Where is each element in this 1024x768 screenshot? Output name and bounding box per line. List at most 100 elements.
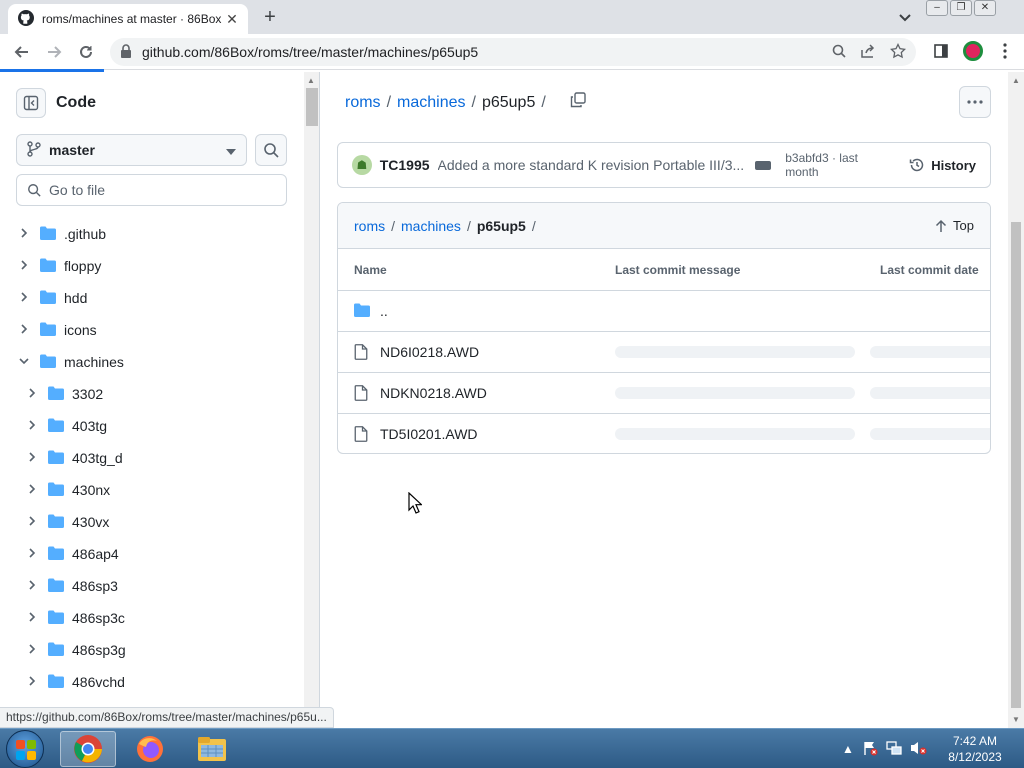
avatar[interactable]: ☗ (352, 155, 372, 175)
page-scrollbar[interactable]: ▲ ▼ (1008, 72, 1024, 728)
sidebar-item-3302[interactable]: 3302 (0, 378, 304, 410)
chevron-right-icon[interactable] (24, 674, 40, 690)
chevron-right-icon[interactable] (24, 514, 40, 530)
chevron-right-icon[interactable] (16, 322, 32, 338)
parent-directory-row[interactable]: .. (338, 291, 990, 332)
browser-tab[interactable]: roms/machines at master · 86Box ✕ (8, 4, 248, 34)
sidebar-item-430nx[interactable]: 430nx (0, 474, 304, 506)
sidebar-item-hdd[interactable]: hdd (0, 282, 304, 314)
chevron-right-icon[interactable] (16, 290, 32, 306)
taskbar-firefox[interactable] (122, 731, 178, 767)
sidebar-item-486sp3[interactable]: 486sp3 (0, 570, 304, 602)
close-window-button[interactable]: ✕ (974, 0, 996, 16)
sidebar-item-430vx[interactable]: 430vx (0, 506, 304, 538)
sidebar-item-label: 486sp3g (72, 642, 126, 658)
close-tab-icon[interactable]: ✕ (224, 11, 240, 28)
chevron-right-icon[interactable] (24, 546, 40, 562)
sidebar-item-icons[interactable]: icons (0, 314, 304, 346)
restore-button[interactable]: ❐ (950, 0, 972, 16)
sidebar-item-403tg[interactable]: 403tg (0, 410, 304, 442)
breadcrumb-root-link[interactable]: roms (354, 218, 385, 234)
reload-icon[interactable] (74, 40, 98, 64)
menu-kebab-icon[interactable] (994, 40, 1016, 62)
commit-message[interactable]: Added a more standard K revision Portabl… (438, 157, 746, 173)
minimize-button[interactable]: – (926, 0, 948, 16)
file-row[interactable]: ND6I0218.AWD (338, 332, 990, 373)
new-tab-button[interactable]: + (258, 6, 282, 30)
file-row[interactable]: NDKN0218.AWD (338, 373, 990, 414)
share-icon[interactable] (860, 43, 876, 61)
file-name-link[interactable]: NDKN0218.AWD (380, 385, 487, 401)
chevron-right-icon[interactable] (24, 386, 40, 402)
chevron-right-icon[interactable] (24, 482, 40, 498)
sidebar-item-label: .github (64, 226, 107, 242)
page-scroll-thumb[interactable] (1011, 222, 1021, 708)
address-bar[interactable]: github.com/86Box/roms/tree/master/machin… (110, 38, 916, 66)
sidebar-scrollbar[interactable]: ▲ (304, 72, 320, 728)
copy-path-icon[interactable] (570, 92, 586, 113)
action-center-flag-icon[interactable] (862, 740, 878, 759)
expand-commit-ellipsis-icon[interactable] (755, 160, 772, 170)
sidebar-item-486ap4[interactable]: 486ap4 (0, 538, 304, 570)
sidebar-item-403tg-d[interactable]: 403tg_d (0, 442, 304, 474)
breadcrumb-machines-link[interactable]: machines (401, 218, 461, 234)
parent-directory-link[interactable]: .. (380, 303, 388, 319)
sidebar-item-label: 3302 (72, 386, 104, 402)
file-name-link[interactable]: TD5I0201.AWD (380, 426, 478, 442)
sidebar-item-486sp3g[interactable]: 486sp3g (0, 634, 304, 666)
taskbar-file-explorer[interactable] (184, 731, 240, 767)
branch-selector[interactable]: master (16, 134, 247, 166)
taskbar-clock[interactable]: 7:42 AM 8/12/2023 (940, 733, 1010, 765)
chevron-right-icon[interactable] (24, 642, 40, 658)
commit-hash[interactable]: b3abfd3 · last month (785, 151, 893, 179)
commit-author[interactable]: TC1995 (380, 157, 430, 173)
scroll-up-arrow-icon[interactable]: ▲ (1012, 76, 1020, 85)
folder-icon (40, 226, 56, 243)
top-button[interactable]: Top (935, 218, 974, 233)
scroll-up-arrow-icon[interactable]: ▲ (307, 76, 315, 85)
taskbar-chrome[interactable] (60, 731, 116, 767)
sidebar-item-486sp3c[interactable]: 486sp3c (0, 602, 304, 634)
history-button[interactable]: History (909, 157, 976, 173)
file-row[interactable]: TD5I0201.AWD (338, 414, 990, 453)
file-tree: .github floppy hdd icons machines 3302 403tg 40… (0, 218, 304, 698)
start-button[interactable] (6, 730, 44, 768)
sidebar-item-label: 486vchd (72, 674, 125, 690)
chevron-right-icon[interactable] (24, 450, 40, 466)
profile-avatar[interactable] (962, 40, 984, 62)
file-table-columns: Name Last commit message Last commit dat… (338, 249, 990, 291)
chevron-right-icon[interactable] (16, 226, 32, 242)
folder-icon (48, 674, 64, 691)
search-icon[interactable] (832, 44, 846, 61)
more-options-button[interactable] (959, 86, 991, 118)
sidebar-item-486vchd[interactable]: 486vchd (0, 666, 304, 698)
file-name-link[interactable]: ND6I0218.AWD (380, 344, 479, 360)
bookmark-star-icon[interactable] (889, 42, 907, 62)
network-icon[interactable] (886, 740, 902, 759)
chevron-right-icon[interactable] (24, 610, 40, 626)
chevron-right-icon[interactable] (24, 418, 40, 434)
volume-muted-icon[interactable] (910, 740, 928, 759)
chevron-right-icon[interactable] (16, 258, 32, 274)
sidebar-item-label: 486ap4 (72, 546, 119, 562)
folder-icon (354, 303, 370, 320)
sidebar-scroll-thumb[interactable] (306, 88, 318, 126)
back-icon[interactable] (10, 40, 34, 64)
sidebar-item-github[interactable]: .github (0, 218, 304, 250)
show-hidden-icons-icon[interactable]: ▲ (842, 742, 854, 756)
sidebar-item-machines[interactable]: machines (0, 346, 304, 378)
column-header-name: Name (354, 262, 387, 277)
file-icon (354, 426, 368, 445)
go-to-file-input[interactable]: Go to file (16, 174, 287, 206)
chevron-down-icon[interactable] (16, 354, 32, 370)
chevron-right-icon[interactable] (24, 578, 40, 594)
breadcrumb-root-link[interactable]: roms (345, 94, 381, 112)
collapse-sidebar-button[interactable] (16, 88, 46, 118)
breadcrumb-machines-link[interactable]: machines (397, 94, 465, 112)
sidebar-item-floppy[interactable]: floppy (0, 250, 304, 282)
side-panel-icon[interactable] (930, 40, 952, 62)
forward-icon[interactable] (42, 40, 66, 64)
scroll-down-arrow-icon[interactable]: ▼ (1012, 715, 1020, 724)
search-files-button[interactable] (255, 134, 287, 166)
tab-search-icon[interactable] (896, 8, 914, 26)
